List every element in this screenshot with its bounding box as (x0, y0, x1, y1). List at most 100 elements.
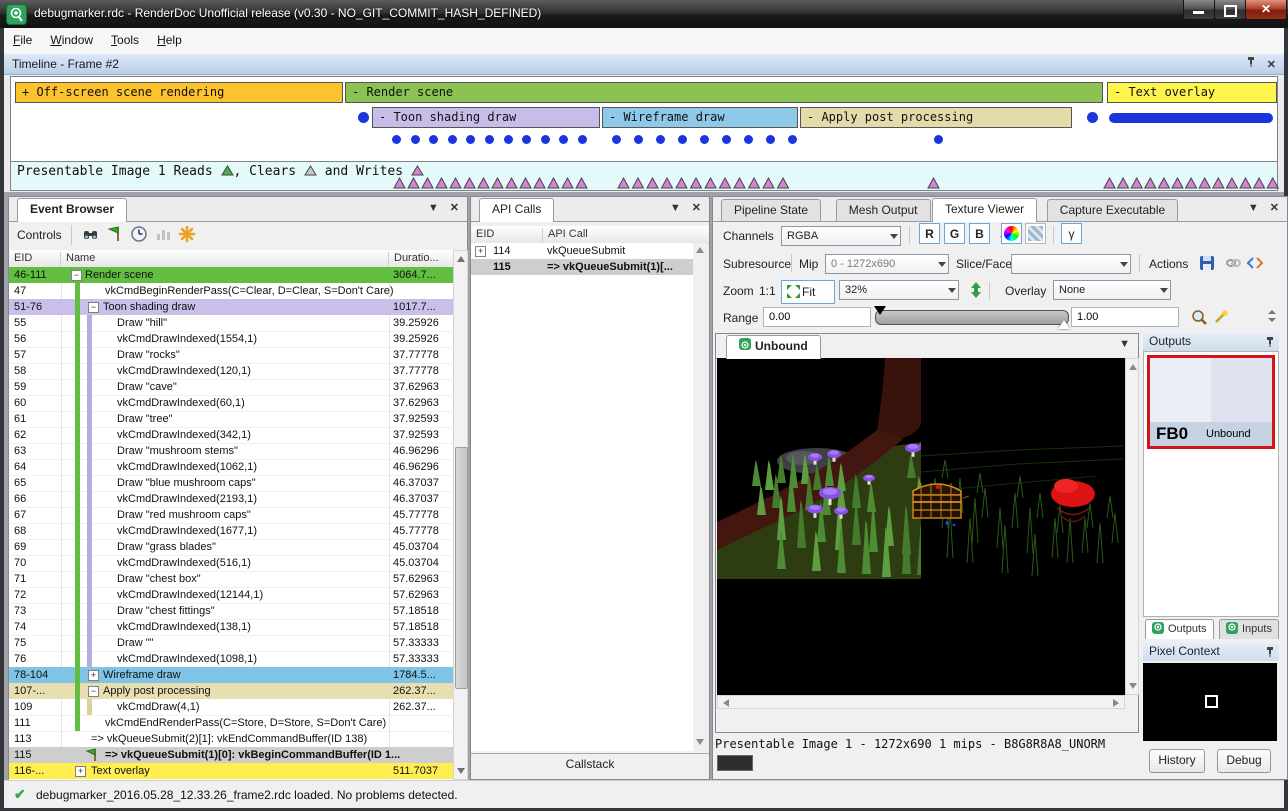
timeline-close-icon[interactable]: ✕ (1267, 59, 1276, 71)
timeline-event-dot[interactable] (612, 135, 621, 144)
event-row[interactable]: 69Draw "grass blades"45.03704 (9, 539, 453, 556)
timeline-event-dot[interactable] (656, 135, 665, 144)
event-row[interactable]: 60vkCmdDrawIndexed(60,1)37.62963 (9, 395, 453, 412)
texture-image[interactable] (717, 358, 1125, 579)
sliceface-combo[interactable] (1011, 254, 1131, 274)
event-row[interactable]: 65Draw "blue mushroom caps"46.37037 (9, 475, 453, 492)
event-browser-menu-icon[interactable]: ▼ (428, 202, 439, 214)
close-button[interactable]: ✕ (1245, 0, 1287, 20)
timeline-header[interactable]: Timeline - Frame #2 ✕ (4, 54, 1284, 75)
timeline-marker-bar[interactable]: - Text overlay (1107, 82, 1277, 103)
outputs-pin-icon[interactable] (1265, 336, 1275, 351)
event-row[interactable]: 59Draw "cave"37.62963 (9, 379, 453, 396)
event-row[interactable]: 75Draw ""57.33333 (9, 635, 453, 652)
timeline-event-dot[interactable] (634, 135, 643, 144)
texture-viewer-menu-icon[interactable]: ▼ (1248, 202, 1259, 214)
gamma-button[interactable]: γ (1061, 223, 1082, 244)
timeline-event-dot[interactable] (934, 135, 943, 144)
timeline-marker-bar[interactable]: - Wireframe draw (602, 107, 798, 128)
tab-pipeline-state[interactable]: Pipeline State (721, 199, 821, 221)
autofit-wand-icon[interactable] (1212, 308, 1230, 326)
timeline-event-dot[interactable] (429, 135, 438, 144)
col-api-eid[interactable]: EID (471, 228, 543, 243)
api-calls-close-icon[interactable]: ✕ (692, 202, 701, 214)
texture-tab-menu-icon[interactable]: ▼ (1119, 338, 1130, 350)
maximize-button[interactable] (1214, 0, 1246, 20)
mip-combo[interactable]: 0 - 1272x690 (825, 254, 949, 274)
event-row[interactable]: 64vkCmdDrawIndexed(1062,1)46.96296 (9, 459, 453, 476)
timeline-event-dot[interactable] (411, 135, 420, 144)
event-row[interactable]: 116-...+Text overlay511.7037 (9, 763, 453, 779)
event-row[interactable]: 46-111−Render scene3064.7... (9, 267, 453, 283)
texture-viewport[interactable] (717, 358, 1125, 695)
tab-event-browser[interactable]: Event Browser (17, 198, 127, 222)
col-eid[interactable]: EID (9, 252, 61, 267)
menu-window[interactable]: Window (41, 28, 102, 52)
range-max-input[interactable]: 1.00 (1071, 307, 1179, 327)
timeline-event-dot[interactable] (541, 135, 550, 144)
timeline-event-dot[interactable] (485, 135, 494, 144)
event-row[interactable]: 68vkCmdDrawIndexed(1677,1)45.77778 (9, 523, 453, 540)
event-row[interactable]: 78-104+Wireframe draw1784.5... (9, 667, 453, 683)
tab-unbound-texture[interactable]: Unbound (726, 335, 821, 359)
minimize-button[interactable] (1183, 0, 1215, 20)
flip-y-icon[interactable] (968, 281, 986, 299)
event-row[interactable]: 72vkCmdDrawIndexed(12144,1)57.62963 (9, 587, 453, 604)
expand-icon[interactable]: + (88, 670, 99, 681)
checkerboard-button[interactable] (1025, 223, 1046, 244)
collapse-icon[interactable]: − (88, 686, 99, 697)
tab-texture-viewer[interactable]: Texture Viewer (932, 198, 1037, 222)
one-to-one-button[interactable]: 1:1 (759, 284, 776, 298)
event-row[interactable]: 56vkCmdDrawIndexed(1554,1)39.25926 (9, 331, 453, 348)
event-row[interactable]: 111vkCmdEndRenderPass(C=Store, D=Store, … (9, 715, 453, 732)
col-name[interactable]: Name (61, 252, 389, 267)
timeline-event-dot[interactable] (466, 135, 475, 144)
event-browser-close-icon[interactable]: ✕ (450, 202, 459, 214)
event-row[interactable]: 74vkCmdDrawIndexed(138,1)57.18518 (9, 619, 453, 636)
tab-mesh-output[interactable]: Mesh Output (836, 199, 931, 221)
expand-icon[interactable]: + (75, 766, 86, 777)
api-calls-scrollbar[interactable] (693, 243, 708, 753)
api-call-row[interactable]: +114vkQueueSubmit (471, 243, 693, 259)
zoom-combo[interactable]: 32% (839, 280, 959, 300)
find-icon[interactable] (82, 225, 100, 243)
callstack-section[interactable]: Callstack (471, 753, 709, 775)
menu-tools[interactable]: Tools (102, 28, 148, 52)
event-row[interactable]: 66vkCmdDrawIndexed(2193,1)46.37037 (9, 491, 453, 508)
api-table-header[interactable]: EID API Call (471, 226, 709, 244)
pixel-context-pin-icon[interactable] (1265, 646, 1275, 661)
col-duration[interactable]: Duratio... (389, 252, 453, 267)
event-row[interactable]: 57Draw "rocks"37.77778 (9, 347, 453, 364)
event-browser-scrollbar[interactable] (453, 250, 468, 780)
timeline-event-pill[interactable] (1109, 113, 1273, 123)
texture-vscroll[interactable] (1125, 358, 1139, 695)
timeline-event-dot[interactable] (392, 135, 401, 144)
channel-b-button[interactable]: B (969, 223, 990, 244)
timeline-track[interactable]: + Off-screen scene rendering- Render sce… (10, 76, 1278, 162)
time-icon[interactable] (130, 225, 148, 243)
col-api-call[interactable]: API Call (543, 228, 693, 243)
event-row[interactable]: 70vkCmdDrawIndexed(516,1)45.03704 (9, 555, 453, 572)
menu-file[interactable]: File (4, 28, 41, 52)
fit-button[interactable]: Fit (781, 280, 835, 304)
collapse-icon[interactable]: − (88, 302, 99, 313)
timeline-event-dot[interactable] (559, 135, 568, 144)
timeline-event-dot[interactable] (448, 135, 457, 144)
range-black-handle[interactable] (874, 306, 886, 315)
history-button[interactable]: History (1149, 749, 1205, 773)
timeline-event-dot[interactable] (700, 135, 709, 144)
event-row[interactable]: 62vkCmdDrawIndexed(342,1)37.92593 (9, 427, 453, 444)
event-row[interactable]: 55Draw "hill"39.25926 (9, 315, 453, 332)
timeline-marker-bar[interactable]: + Off-screen scene rendering (15, 82, 343, 103)
timeline-event-dot[interactable] (766, 135, 775, 144)
timeline-event-dot[interactable] (788, 135, 797, 144)
timeline-event-dot[interactable] (522, 135, 531, 144)
timeline-event-dot[interactable] (678, 135, 687, 144)
timeline-event-dot[interactable] (578, 135, 587, 144)
channel-g-button[interactable]: G (944, 223, 965, 244)
menu-help[interactable]: Help (148, 28, 191, 52)
api-calls-menu-icon[interactable]: ▼ (670, 202, 681, 214)
output-thumbnail-fb0[interactable]: FB0 Unbound (1147, 355, 1275, 449)
timeline-event-dot[interactable] (504, 135, 513, 144)
event-row[interactable]: 107-...−Apply post processing262.37... (9, 683, 453, 699)
